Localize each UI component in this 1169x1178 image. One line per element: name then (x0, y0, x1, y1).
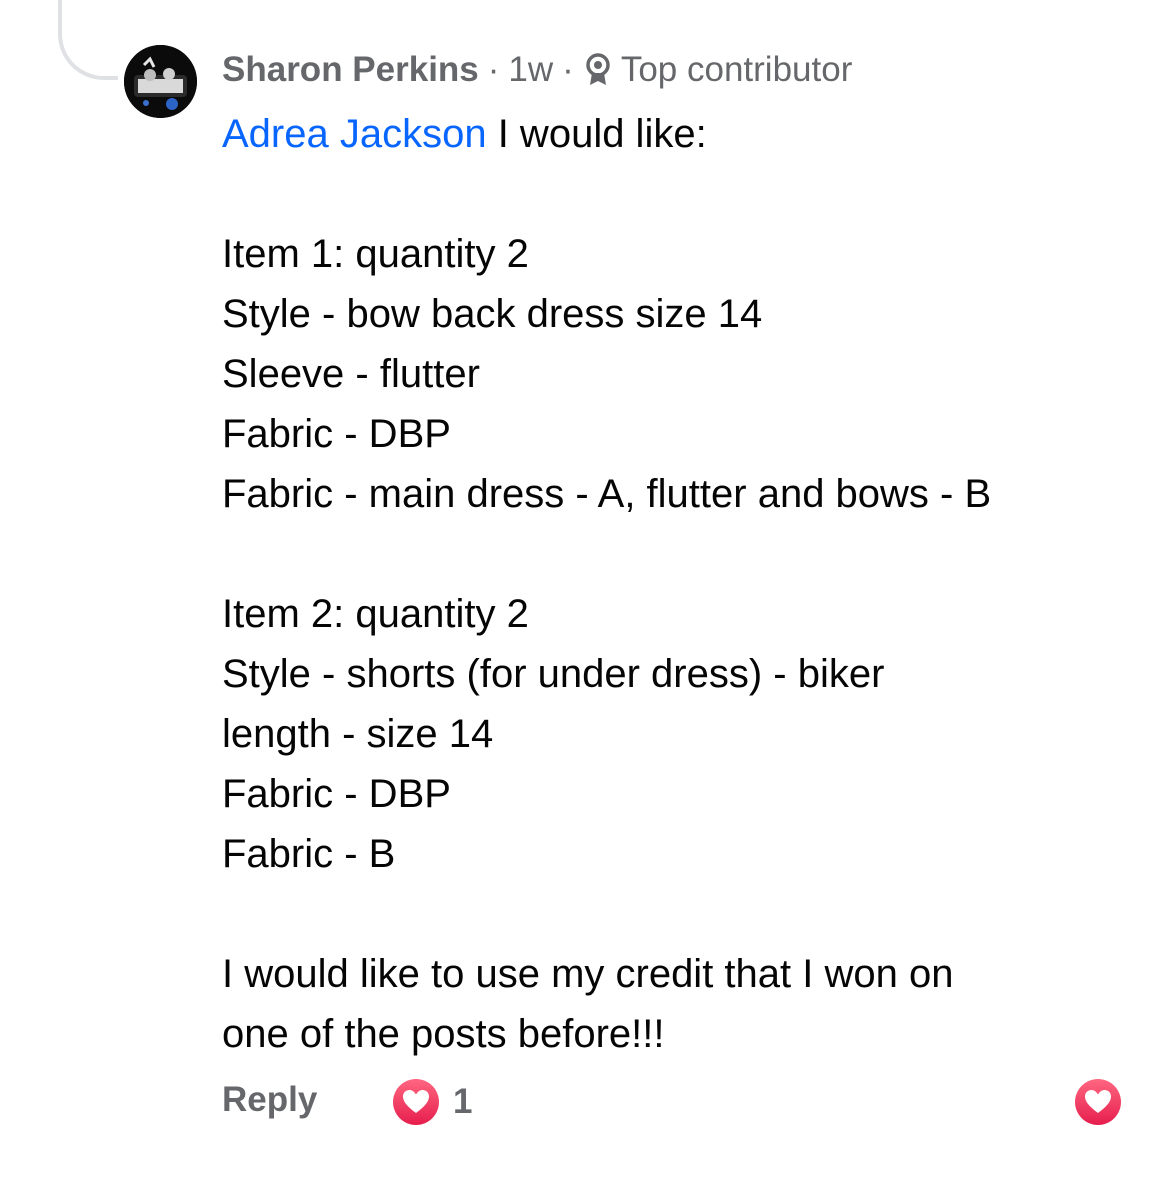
avatar-image (124, 45, 197, 118)
comment-line: one of the posts before!!! (222, 1012, 665, 1056)
avatar[interactable] (124, 45, 197, 118)
reply-button[interactable]: Reply (222, 1080, 317, 1120)
meta-separator: · (487, 50, 500, 89)
heart-reaction-icon (393, 1079, 439, 1125)
comment-line (222, 524, 1162, 584)
comment-line: Sleeve - flutter (222, 352, 480, 396)
comment-body: Adrea Jackson I would like: Item 1: quan… (222, 104, 1162, 1064)
comment-thread-line (58, 0, 118, 80)
comment-line: I would like to use my credit that I won… (222, 952, 954, 996)
comment-line: Fabric - DBP (222, 412, 451, 456)
top-contributor-badge-icon (583, 51, 613, 89)
comment-line: Style - bow back dress size 14 (222, 292, 763, 336)
comment-text: I would like: (486, 112, 707, 156)
top-contributor-label: Top contributor (620, 50, 853, 89)
comment-meta: Sharon Perkins · 1w · Top contributor (222, 48, 852, 92)
meta-separator: · (562, 50, 574, 89)
comment-line (222, 884, 1162, 944)
comment-line: Fabric - B (222, 832, 396, 876)
reaction-summary[interactable]: 1 (391, 1077, 472, 1127)
comment-line: Fabric - DBP (222, 772, 451, 816)
heart-icon[interactable] (1073, 1077, 1123, 1127)
comment-line: Fabric - main dress - A, flutter and bow… (222, 472, 992, 516)
comment-line: Style - shorts (for under dress) - biker (222, 652, 885, 696)
reaction-count: 1 (453, 1082, 473, 1121)
comment-line: length - size 14 (222, 712, 494, 756)
comment-line (222, 164, 1162, 224)
comment-line: Item 2: quantity 2 (222, 592, 529, 636)
comment-time[interactable]: 1w (508, 50, 553, 90)
author-name[interactable]: Sharon Perkins (222, 50, 479, 90)
comment-line: Item 1: quantity 2 (222, 232, 529, 276)
comment-line: Adrea Jackson I would like: (222, 104, 1162, 164)
mention-link[interactable]: Adrea Jackson (222, 112, 487, 156)
